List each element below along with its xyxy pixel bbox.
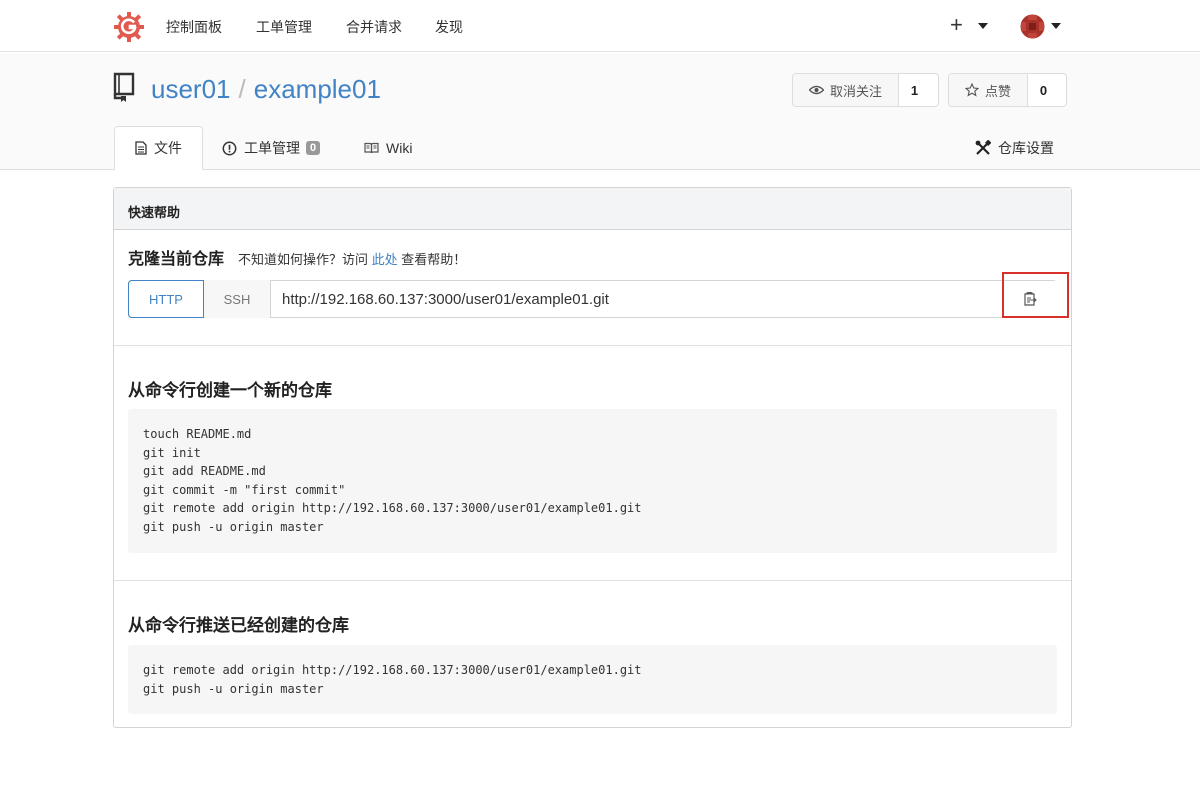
tab-files-label: 文件	[154, 140, 182, 156]
create-new-button[interactable]: +	[950, 12, 963, 38]
star-icon	[965, 83, 979, 97]
section-divider	[114, 580, 1071, 581]
clone-url-bar: HTTP SSH	[128, 280, 1057, 318]
nav-pull-requests[interactable]: 合并请求	[346, 17, 402, 37]
clone-title: 克隆当前仓库	[128, 251, 225, 268]
nav-explore[interactable]: 发现	[435, 17, 463, 37]
clone-url-input[interactable]	[271, 281, 1002, 317]
gogs-logo[interactable]	[113, 11, 145, 43]
tab-files[interactable]: 文件	[114, 126, 203, 170]
file-text-icon	[135, 141, 147, 155]
push-repo-code: git remote add origin http://192.168.60.…	[128, 645, 1057, 714]
clone-help-text: 不知道如何操作？访问 此处 查看帮助！	[238, 249, 466, 268]
tab-wiki-label: Wiki	[386, 140, 413, 156]
tab-settings[interactable]: 仓库设置	[975, 126, 1054, 170]
star-group: 点赞 0	[948, 73, 1067, 107]
watch-group: 取消关注 1	[792, 73, 939, 107]
tab-issues-label: 工单管理	[244, 140, 300, 156]
nav-issues[interactable]: 工单管理	[256, 17, 312, 37]
repo-title: user01/ example01	[151, 74, 381, 105]
help-link[interactable]: 此处	[372, 252, 398, 267]
eye-icon	[809, 85, 824, 95]
clone-help-prefix: 不知道如何操作？访问	[238, 252, 369, 267]
tools-icon	[975, 140, 991, 155]
section-divider	[114, 345, 1071, 346]
book-icon	[364, 142, 379, 154]
star-count[interactable]: 0	[1028, 74, 1059, 106]
avatar[interactable]	[1019, 13, 1046, 40]
repo-icon	[113, 72, 135, 102]
star-button[interactable]: 点赞	[949, 74, 1029, 106]
star-label: 点赞	[985, 83, 1012, 99]
ssh-protocol-button[interactable]: SSH	[204, 280, 271, 318]
top-navbar: 控制面板 工单管理 合并请求 发现 +	[0, 0, 1200, 52]
nav-dashboard[interactable]: 控制面板	[166, 17, 222, 37]
http-protocol-button[interactable]: HTTP	[128, 280, 204, 318]
watch-count[interactable]: 1	[899, 74, 930, 106]
push-repo-title: 从命令行推送已经创建的仓库	[128, 616, 349, 635]
unwatch-label: 取消关注	[830, 83, 883, 99]
panel-header: 快速帮助	[114, 188, 1071, 230]
new-repo-title: 从命令行创建一个新的仓库	[128, 381, 332, 400]
issue-opened-icon	[222, 141, 237, 155]
issues-count-badge: 0	[306, 141, 321, 155]
chevron-down-icon[interactable]	[978, 23, 988, 29]
tab-settings-label: 仓库设置	[998, 140, 1054, 156]
chevron-down-icon[interactable]	[1051, 23, 1061, 29]
copy-button-highlight	[1002, 272, 1069, 318]
unwatch-button[interactable]: 取消关注	[793, 74, 900, 106]
clone-help-suffix: 查看帮助！	[401, 252, 467, 267]
repo-owner-link[interactable]: user01	[151, 74, 231, 104]
repo-separator: /	[238, 74, 246, 104]
quick-help-panel: 快速帮助 克隆当前仓库 不知道如何操作？访问 此处 查看帮助！ HTTP SSH…	[113, 187, 1072, 728]
tab-issues[interactable]: 工单管理 0	[222, 126, 321, 170]
repo-name-link[interactable]: example01	[254, 74, 381, 104]
tab-wiki[interactable]: Wiki	[364, 126, 412, 170]
new-repo-code: touch README.md git init git add README.…	[128, 409, 1057, 553]
